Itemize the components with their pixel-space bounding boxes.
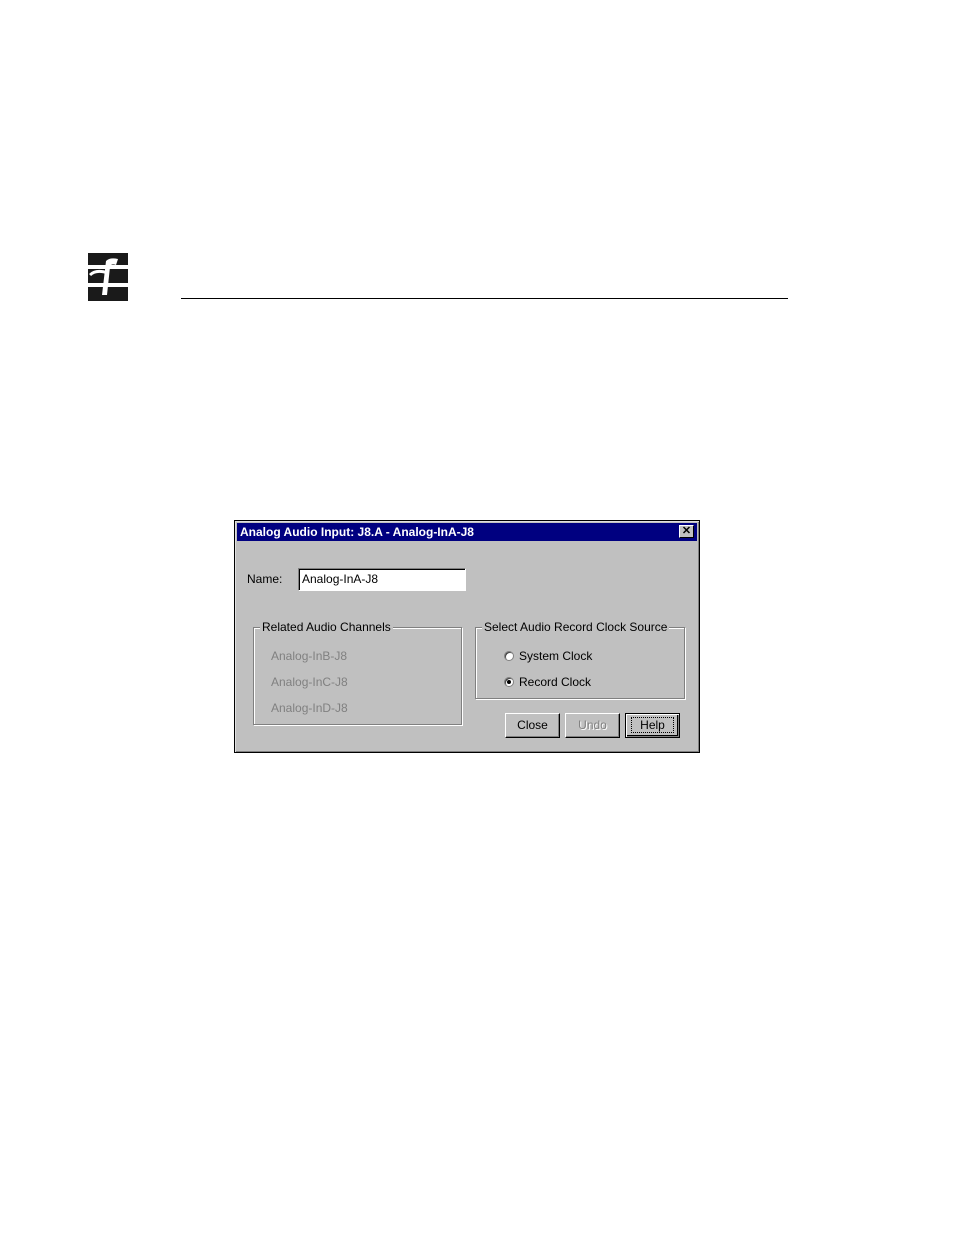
close-icon[interactable]: ✕ <box>679 525 694 538</box>
undo-button[interactable]: Undo <box>565 713 620 738</box>
help-button-label: Help <box>631 717 674 733</box>
related-channel-item: Analog-InD-J8 <box>271 701 348 715</box>
header-rule <box>181 298 788 299</box>
record-clock-source-group: Select Audio Record Clock Source System … <box>475 620 685 699</box>
analog-audio-input-dialog: Analog Audio Input: J8.A - Analog-InA-J8… <box>234 520 700 753</box>
system-clock-option[interactable]: System Clock <box>504 649 592 665</box>
record-clock-option[interactable]: Record Clock <box>504 675 591 691</box>
related-audio-channels-title: Related Audio Channels <box>260 620 393 634</box>
related-channel-item: Analog-InB-J8 <box>271 649 348 663</box>
system-clock-label: System Clock <box>519 649 593 663</box>
close-button[interactable]: Close <box>505 713 560 738</box>
name-input[interactable]: Analog-InA-J8 <box>298 568 466 591</box>
related-audio-channels-group: Related Audio Channels Analog-InB-J8 Ana… <box>253 620 462 725</box>
name-label: Name: <box>247 572 283 586</box>
related-channel-item: Analog-InC-J8 <box>271 675 348 689</box>
dialog-title: Analog Audio Input: J8.A - Analog-InA-J8 <box>240 525 474 539</box>
company-logo <box>86 251 130 303</box>
record-clock-source-title: Select Audio Record Clock Source <box>482 620 670 634</box>
dialog-title-bar[interactable]: Analog Audio Input: J8.A - Analog-InA-J8… <box>237 523 697 541</box>
system-clock-radio[interactable] <box>504 651 514 661</box>
help-button[interactable]: Help <box>625 713 680 738</box>
record-clock-label: Record Clock <box>519 675 592 689</box>
record-clock-radio[interactable] <box>504 677 514 687</box>
